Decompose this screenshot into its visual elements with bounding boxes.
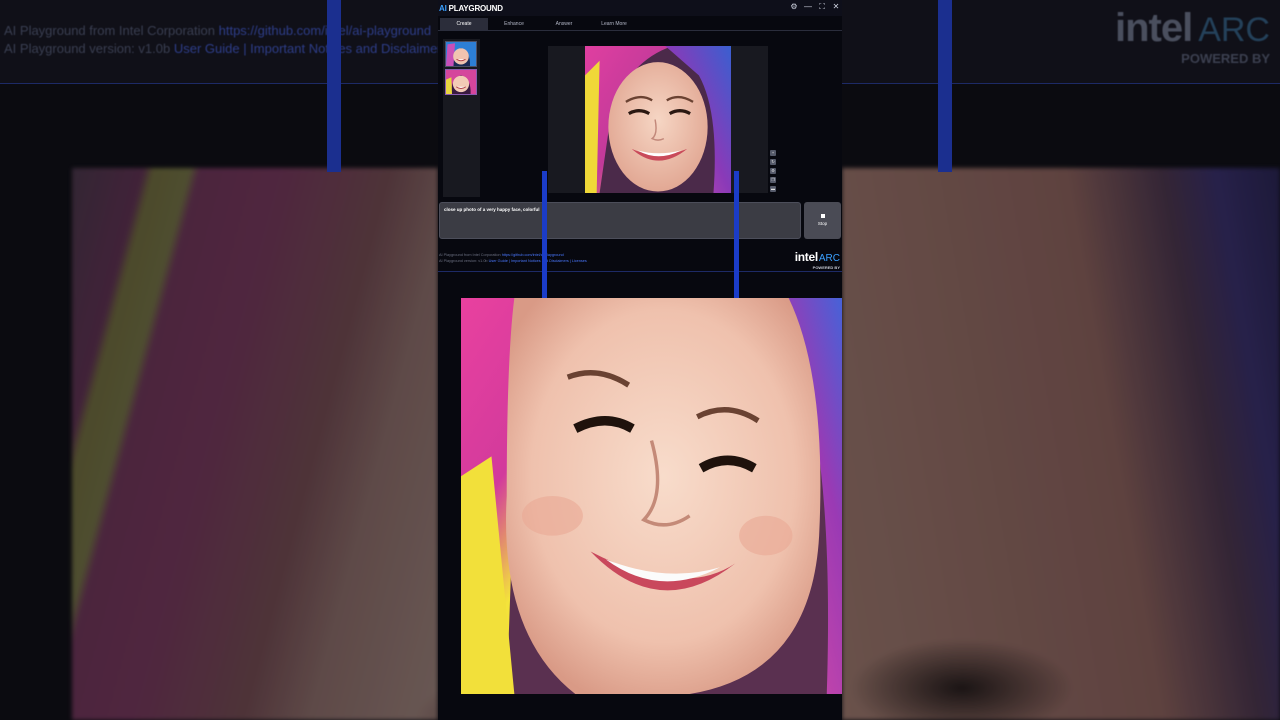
- image-tool-column: + ↻ ⚙ ❐ ▬: [770, 150, 778, 195]
- ai-playground-window: AI PLAYGROUND ⚙ — ⛶ ✕ Create Enhance Ans…: [438, 0, 842, 720]
- background-logo-powered: POWERED BY: [1181, 51, 1270, 66]
- zoomed-face-image: [461, 298, 842, 694]
- close-icon[interactable]: ✕: [832, 2, 840, 12]
- zoomed-generated-image: [461, 298, 842, 694]
- stop-label: Stop: [817, 221, 828, 226]
- background-intel-arc-logo: intel ARC POWERED BY: [1115, 6, 1270, 66]
- history-thumbnail[interactable]: [445, 41, 477, 67]
- background-header-text: AI Playground from Intel Corporation htt…: [4, 22, 438, 58]
- overlay-blue-bar-left: [542, 171, 547, 299]
- tab-divider: [438, 30, 842, 31]
- footer-divider: [438, 271, 842, 272]
- background-footer-line1: AI Playground from Intel Corporation: [4, 23, 219, 38]
- background-right: intel ARC POWERED BY: [842, 0, 1280, 720]
- logo-intel: intel: [794, 250, 818, 264]
- background-header: AI Playground from Intel Corporation htt…: [0, 0, 438, 84]
- background-header-right: intel ARC POWERED BY: [842, 0, 1280, 84]
- app-title-rest: PLAYGROUND: [446, 3, 503, 13]
- title-bar: AI PLAYGROUND ⚙ — ⛶ ✕: [438, 0, 842, 16]
- minimize-icon[interactable]: —: [804, 2, 812, 12]
- thumbnail-pink-hair-face: [446, 70, 476, 94]
- tab-enhance[interactable]: Enhance: [490, 18, 538, 30]
- background-footer-link: https://github.com/intel/ai-playground: [218, 23, 432, 38]
- background-footer-line2: AI Playground version: v1.0b: [4, 41, 174, 56]
- history-panel: [443, 39, 480, 197]
- footer-line1-text: AI Playground from Intel Corporation: [439, 253, 502, 257]
- copy-icon[interactable]: ❐: [770, 177, 776, 183]
- intel-arc-logo: intelARC POWERED BY: [795, 248, 840, 270]
- app-title: AI PLAYGROUND: [439, 4, 503, 13]
- footer-links[interactable]: User Guide | Important Notices and Discl…: [489, 259, 587, 263]
- background-logo-arc: ARC: [1198, 11, 1270, 49]
- logo-arc: ARC: [818, 253, 840, 264]
- magnify-icon[interactable]: +: [770, 150, 776, 156]
- stop-button[interactable]: Stop: [804, 202, 841, 239]
- background-logo-intel: intel: [1114, 6, 1193, 50]
- background-blue-bar: [327, 0, 341, 172]
- background-left: AI Playground from Intel Corporation htt…: [0, 0, 438, 720]
- tab-learn-more[interactable]: Learn More: [590, 18, 638, 30]
- thumbnail-blue-hair-face: [446, 42, 476, 66]
- tab-answer[interactable]: Answer: [540, 18, 588, 30]
- background-blurred-face-left: [72, 168, 438, 720]
- tab-bar: Create Enhance Answer Learn More: [438, 18, 842, 30]
- github-link[interactable]: https://github.com/intel/ai-playground: [502, 253, 564, 257]
- history-thumbnail-selected[interactable]: [445, 69, 477, 95]
- app-title-prefix: AI: [439, 3, 447, 13]
- background-blue-bar-right: [938, 0, 952, 172]
- settings-gear-icon[interactable]: ⚙: [790, 2, 798, 12]
- prompt-text: close up photo of a very happy face, col…: [444, 207, 540, 212]
- background-blurred-face-right: [842, 168, 1280, 720]
- tab-create[interactable]: Create: [440, 18, 488, 30]
- refresh-icon[interactable]: ↻: [770, 159, 776, 165]
- settings-icon[interactable]: ⚙: [770, 168, 776, 174]
- footer-line2: AI Playground version: v1.0b User Guide …: [439, 259, 587, 263]
- footer-version-text: AI Playground version: v1.0b: [439, 259, 489, 263]
- window-controls: ⚙ — ⛶ ✕: [790, 2, 840, 12]
- stop-icon: [820, 214, 825, 218]
- bottom-band: [438, 694, 842, 720]
- folder-icon[interactable]: ▬: [770, 186, 776, 192]
- generated-face-image: [585, 46, 731, 193]
- maximize-icon[interactable]: ⛶: [818, 2, 826, 12]
- background-footer-links: User Guide | Important Notices and Discl…: [173, 41, 438, 56]
- logo-powered-by: POWERED BY: [812, 265, 840, 270]
- prompt-input[interactable]: close up photo of a very happy face, col…: [439, 202, 801, 239]
- generated-image-preview[interactable]: [585, 46, 731, 193]
- overlay-blue-bar-right: [734, 171, 739, 299]
